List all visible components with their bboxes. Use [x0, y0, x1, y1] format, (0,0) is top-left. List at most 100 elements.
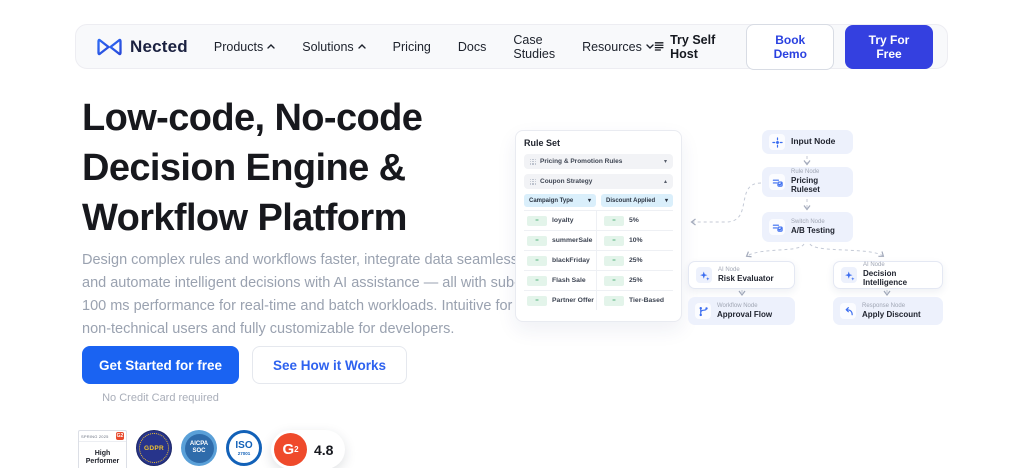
table-row: =loyalty =5% — [524, 210, 673, 230]
rule-group-label: Coupon Strategy — [540, 178, 660, 185]
list-icon — [654, 41, 664, 52]
cta-row: Get Started for free See How it Works — [82, 346, 407, 384]
nav-item-label: Products — [214, 40, 263, 54]
trust-badges: SPRING 2025 G2 High Performer GDPR AICPA… — [78, 430, 345, 468]
badge-label: High Performer — [79, 442, 126, 468]
nav-item-pricing[interactable]: Pricing — [393, 40, 431, 54]
chevron-up-icon — [267, 44, 275, 49]
see-how-it-works-button[interactable]: See How it Works — [252, 346, 407, 384]
nav-item-docs[interactable]: Docs — [458, 40, 486, 54]
iso-line1: ISO — [235, 441, 252, 451]
rule-set-panel: Rule Set Pricing & Promotion Rules ▾ Cou… — [515, 130, 682, 322]
g2-sup: 2 — [294, 445, 298, 454]
brand-logo[interactable]: Nected — [96, 35, 188, 59]
nav-actions: Try Self Host Book Demo Try For Free — [654, 24, 933, 70]
iso-27001-badge: ISO 27001 — [226, 430, 262, 466]
table-row: =Flash Sale =25% — [524, 270, 673, 290]
nav-item-solutions[interactable]: Solutions — [302, 40, 365, 54]
nav-item-products[interactable]: Products — [214, 40, 275, 54]
chevron-up-icon — [358, 44, 366, 49]
caret-up-icon: ▴ — [664, 178, 667, 185]
try-for-free-button[interactable]: Try For Free — [845, 25, 933, 69]
column-discount-applied: Discount Applied ▾ — [601, 194, 673, 207]
badge-season: SPRING 2025 — [81, 434, 109, 439]
caret-down-icon: ▾ — [588, 197, 591, 204]
hero-title-line: Workflow Platform — [82, 193, 552, 243]
campaign-value: summerSale — [552, 237, 592, 244]
rule-group-label: Pricing & Promotion Rules — [540, 158, 660, 165]
rule-columns: Campaign Type ▾ Discount Applied ▾ — [524, 194, 673, 207]
badge-header: SPRING 2025 G2 — [79, 431, 126, 442]
node-title: A/B Testing — [791, 226, 835, 235]
node-title: Decision Intelligence — [863, 269, 935, 287]
gdpr-label: GDPR — [139, 433, 169, 463]
rule-rows: =loyalty =5% =summerSale =10% =blackFrid… — [524, 210, 673, 310]
node-type: Response Node — [862, 303, 921, 310]
discount-value: 5% — [629, 217, 639, 224]
equals-operator-chip: = — [604, 216, 624, 226]
hero-title: Low-code, No-code Decision Engine & Work… — [82, 93, 552, 243]
flow-node-apply-discount: Response Node Apply Discount — [833, 297, 943, 325]
node-type: Rule Node — [791, 169, 846, 176]
column-campaign-type: Campaign Type ▾ — [524, 194, 596, 207]
nav-links: Products Solutions Pricing Docs Case Stu… — [214, 33, 654, 61]
column-label: Campaign Type — [529, 198, 573, 204]
ai-sparkle-icon — [841, 267, 857, 283]
column-label: Discount Applied — [606, 198, 655, 204]
flow-node-decision-intelligence: AI Node Decision Intelligence — [833, 261, 943, 289]
nav-item-label: Docs — [458, 40, 486, 54]
discount-value: 25% — [629, 257, 643, 264]
node-type: Switch Node — [791, 219, 835, 226]
g2-high-performer-badge: SPRING 2025 G2 High Performer — [78, 430, 127, 468]
node-type: Workflow Node — [717, 303, 772, 310]
flow-node-input: Input Node — [762, 130, 853, 154]
no-credit-card-note: No Credit Card required — [82, 392, 239, 404]
node-title: Pricing Ruleset — [791, 176, 846, 194]
hero-title-line: Low-code, No-code — [82, 93, 552, 143]
hero-description: Design complex rules and workflows faste… — [82, 249, 534, 341]
navbar: Nected Products Solutions Pricing Docs C… — [75, 24, 948, 69]
aicpa-line2: SOC — [192, 448, 205, 455]
equals-operator-chip: = — [527, 296, 547, 306]
flow-node-risk-evaluator: AI Node Risk Evaluator — [688, 261, 795, 289]
nav-item-label: Case Studies — [513, 33, 555, 61]
campaign-value: loyalty — [552, 217, 574, 224]
rule-group-coupon-strategy: Coupon Strategy ▴ — [524, 174, 673, 189]
aicpa-soc-badge: AICPA SOC — [181, 430, 217, 466]
table-row: =summerSale =10% — [524, 230, 673, 250]
node-title: Apply Discount — [862, 310, 921, 319]
brand-name: Nected — [130, 37, 188, 57]
response-return-icon — [840, 303, 856, 319]
book-demo-button[interactable]: Book Demo — [746, 24, 834, 70]
node-title: Approval Flow — [717, 310, 772, 319]
get-started-button[interactable]: Get Started for free — [82, 346, 239, 384]
caret-down-icon: ▾ — [665, 197, 668, 204]
equals-operator-chip: = — [604, 256, 624, 266]
campaign-value: Flash Sale — [552, 277, 586, 284]
iso-line2: 27001 — [238, 451, 251, 456]
table-row: =Partner Offer =Tier-Based — [524, 290, 673, 310]
nav-item-resources[interactable]: Resources — [582, 40, 654, 54]
g2-mini-logo-icon: G2 — [116, 432, 124, 440]
nav-item-case-studies[interactable]: Case Studies — [513, 33, 555, 61]
try-self-host-link[interactable]: Try Self Host — [654, 33, 736, 61]
g2-logo-icon: G2 — [274, 433, 307, 466]
workflow-branch-icon — [695, 303, 711, 319]
aicpa-line1: AICPA — [190, 441, 208, 448]
campaign-value: Partner Offer — [552, 297, 594, 304]
nav-item-label: Resources — [582, 40, 642, 54]
landing-page: Nected Products Solutions Pricing Docs C… — [0, 0, 1024, 468]
g2-rating-pill: G2 4.8 — [271, 430, 345, 468]
flow-node-approval-flow: Workflow Node Approval Flow — [688, 297, 795, 325]
table-row: =blackFriday =25% — [524, 250, 673, 270]
rule-set-title: Rule Set — [524, 138, 673, 148]
chevron-down-icon — [646, 44, 654, 49]
equals-operator-chip: = — [527, 256, 547, 266]
rule-checklist-icon — [769, 174, 785, 190]
discount-value: 25% — [629, 277, 643, 284]
equals-operator-chip: = — [604, 236, 624, 246]
caret-down-icon: ▾ — [664, 158, 667, 165]
nected-logo-icon — [96, 35, 123, 59]
node-type: AI Node — [718, 267, 774, 274]
node-title: Input Node — [791, 137, 835, 147]
